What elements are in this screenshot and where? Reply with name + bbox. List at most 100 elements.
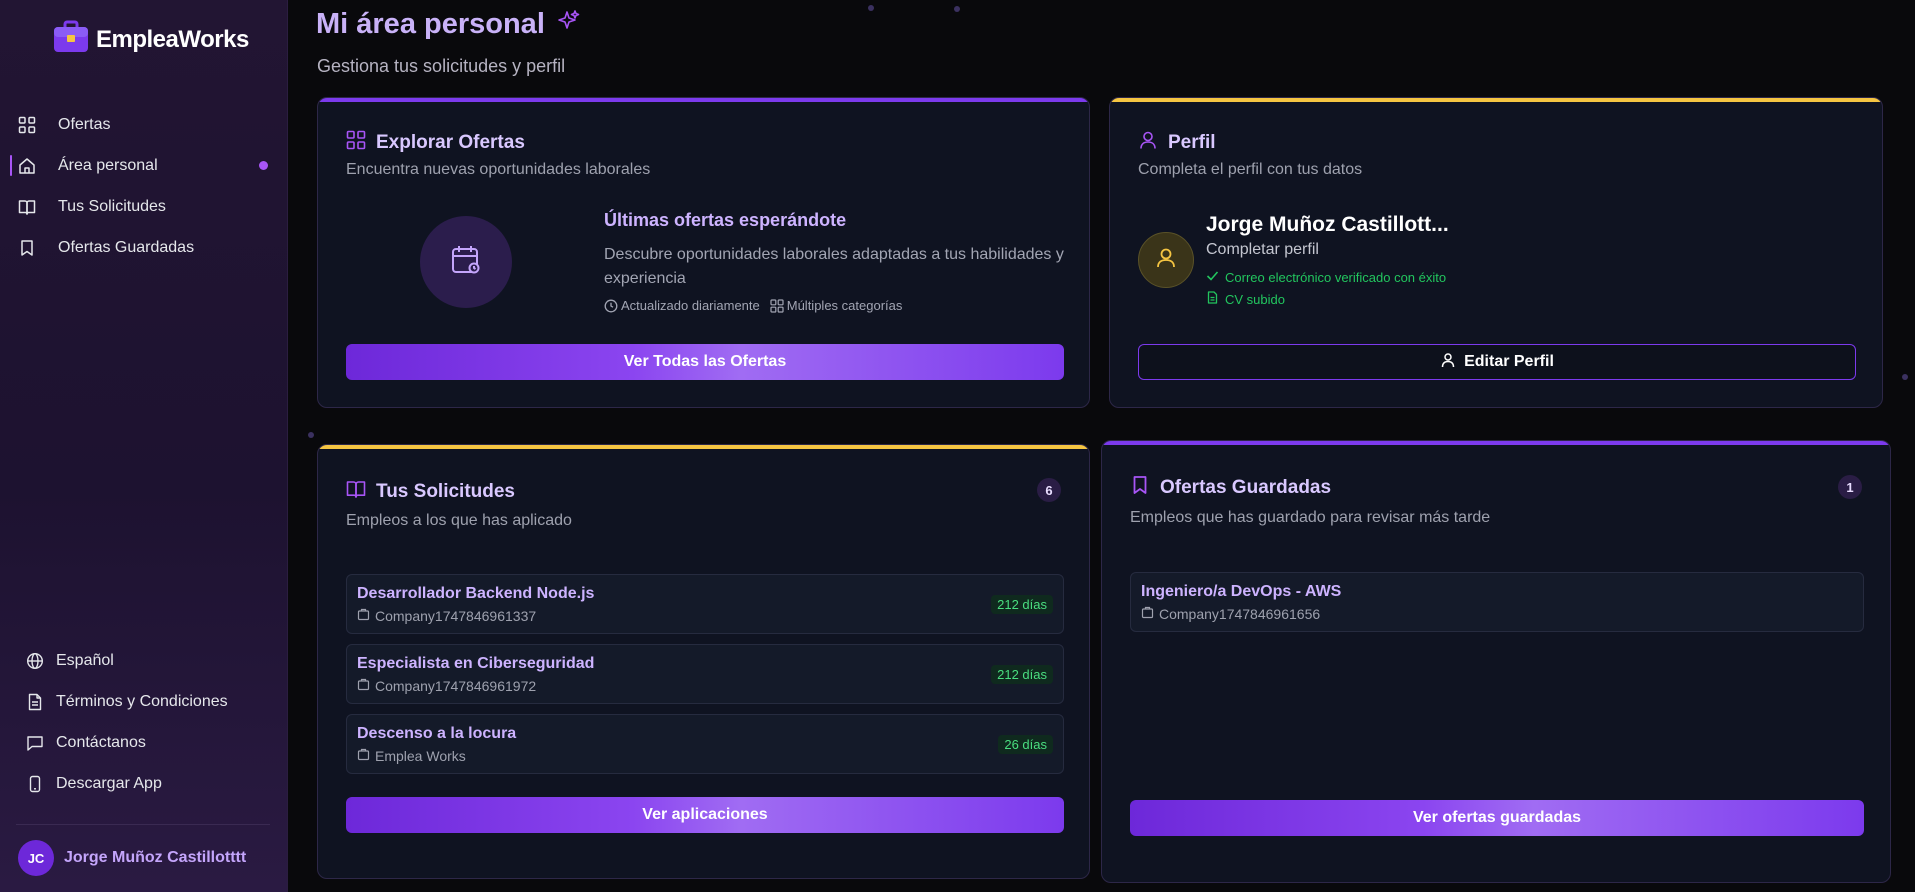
card-title-text: Ofertas Guardadas [1160,477,1332,498]
check-icon [1206,269,1219,285]
bookmark-icon [1130,475,1150,501]
view-applications-button[interactable]: Ver aplicaciones [346,797,1064,833]
card-accent-bar [318,98,1089,102]
application-row[interactable]: Especialista en Ciberseguridad Company17… [346,644,1064,704]
company: Emplea Works [357,748,466,764]
company: Company1747846961972 [357,678,536,694]
bookmark-icon [18,239,36,257]
building-icon [357,748,370,764]
card-subtitle: Completa el perfil con tus datos [1138,161,1363,178]
active-indicator-dot [259,161,268,170]
card-accent-bar [318,445,1089,449]
meta-label: Actualizado diariamente [621,298,760,313]
card-title-text: Tus Solicitudes [376,481,516,502]
applications-count-badge: 6 [1037,478,1061,502]
company-name: Company1747846961656 [1159,606,1321,622]
building-icon [357,608,370,624]
calendar-icon [449,243,483,282]
page-title-text: Mi área personal [316,8,545,40]
status-text: CV subido [1225,291,1285,307]
sidebar-item-label: Español [56,651,114,669]
sidebar-divider [16,824,270,825]
profile-avatar [1138,232,1194,288]
sidebar: EmpleaWorks Ofertas Área personal Tus So… [0,0,288,892]
sidebar-item-label: Términos y Condiciones [56,692,228,710]
card-subtitle: Encuentra nuevas oportunidades laborales [346,161,651,178]
grid-icon [770,298,784,313]
meta-label: Múltiples categorías [786,298,903,313]
app-name: EmpleaWorks [96,25,249,53]
user-icon [1440,352,1456,373]
chat-icon [26,734,44,752]
company-name: Company1747846961972 [375,678,537,694]
file-icon [1206,291,1219,307]
complete-profile-link[interactable]: Completar perfil [1206,241,1319,259]
card-title-text: Perfil [1168,132,1216,153]
grid-icon [346,130,366,156]
briefcase-icon [52,20,90,59]
main-nav: Ofertas Área personal Tus Solicitudes Of… [0,104,288,268]
page-title: Mi área personal [316,8,581,41]
meta-categories: Múltiples categorías [770,298,903,313]
decorative-dot [308,432,314,438]
card-title-text: Explorar Ofertas [376,132,525,153]
email-verified-status: Correo electrónico verificado con éxito [1206,269,1446,285]
age-badge: 26 días [998,735,1053,754]
saved-offer-row[interactable]: Ingeniero/a DevOps - AWS Company17478469… [1130,572,1864,632]
sidebar-item-label: Área personal [58,156,158,174]
sidebar-item-contact[interactable]: Contáctanos [0,722,288,763]
saved-count-badge: 1 [1838,475,1862,499]
avatar: JC [18,840,54,876]
sidebar-footer-nav: Español Términos y Condiciones Contáctan… [0,640,288,804]
building-icon [357,678,370,694]
decorative-dot [954,6,960,12]
phone-icon [26,775,44,793]
explore-offers-card: Explorar Ofertas Encuentra nuevas oportu… [317,97,1090,408]
application-row[interactable]: Desarrollador Backend Node.js Company174… [346,574,1064,634]
sidebar-item-download-app[interactable]: Descargar App [0,763,288,804]
card-title: Perfil [1138,130,1216,156]
company: Company1747846961337 [357,608,536,624]
offers-description: Descubre oportunidades laborales adaptad… [604,246,1064,287]
app-logo[interactable]: EmpleaWorks [52,20,249,59]
card-title: Tus Solicitudes [346,479,515,505]
job-title: Descenso a la locura [357,725,517,742]
document-icon [26,693,44,711]
sidebar-item-terms[interactable]: Términos y Condiciones [0,681,288,722]
cv-uploaded-status: CV subido [1206,291,1285,307]
book-icon [346,479,366,505]
age-badge: 212 días [991,595,1053,614]
sidebar-item-language[interactable]: Español [0,640,288,681]
application-row[interactable]: Descenso a la locura Emplea Works 26 día… [346,714,1064,774]
grid-icon [18,116,36,134]
age-badge: 212 días [991,665,1053,684]
meta-updated: Actualizado diariamente [604,298,760,313]
globe-icon [26,652,44,670]
sidebar-item-ofertas[interactable]: Ofertas [0,104,288,145]
book-icon [18,198,36,216]
edit-profile-button[interactable]: Editar Perfil [1138,344,1856,380]
sidebar-item-tus-solicitudes[interactable]: Tus Solicitudes [0,186,288,227]
company-name: Emplea Works [375,748,466,764]
sidebar-item-label: Ofertas Guardadas [58,238,195,256]
offers-meta: Actualizado diariamente Múltiples catego… [604,298,902,313]
sidebar-item-label: Contáctanos [56,733,146,751]
user-menu[interactable]: JC Jorge Muñoz Castillotttt [18,840,246,876]
applications-card: Tus Solicitudes 6 Empleos a los que has … [317,444,1090,879]
user-icon [1154,246,1178,275]
decorative-dot [868,5,874,11]
profile-card: Perfil Completa el perfil con tus datos … [1109,97,1883,408]
view-all-offers-button[interactable]: Ver Todas las Ofertas [346,344,1064,380]
view-saved-offers-button[interactable]: Ver ofertas guardadas [1130,800,1864,836]
decorative-dot [1902,374,1908,380]
main-content: Mi área personal Gestiona tus solicitude… [288,0,1915,892]
sidebar-item-ofertas-guardadas[interactable]: Ofertas Guardadas [0,227,288,268]
sparkles-icon [557,8,581,41]
card-accent-bar [1102,441,1890,445]
sidebar-item-area-personal[interactable]: Área personal [0,145,288,186]
user-name: Jorge Muñoz Castillotttt [64,849,247,866]
saved-offers-card: Ofertas Guardadas 1 Empleos que has guar… [1101,440,1891,883]
card-title: Ofertas Guardadas [1130,475,1331,501]
clock-icon [604,299,618,313]
sidebar-item-label: Descargar App [56,774,162,792]
